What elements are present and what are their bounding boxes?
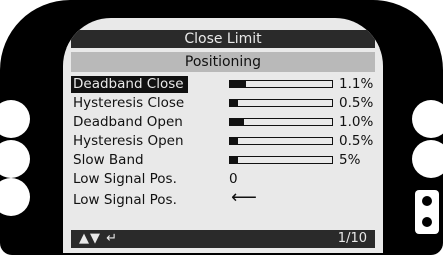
row-label: Deadband Close <box>71 76 188 93</box>
row-label: Hysteresis Open <box>73 133 184 149</box>
row-label: Deadband Open <box>73 114 183 130</box>
right-button-1[interactable] <box>412 100 443 138</box>
row-value: 5% <box>339 152 361 168</box>
row-label: Hysteresis Close <box>73 95 185 111</box>
row-label: Low Signal Pos. <box>73 192 177 208</box>
level-bar <box>229 80 333 88</box>
row-label: Low Signal Pos. <box>73 171 177 187</box>
row-low-signal-pos-value[interactable]: Low Signal Pos. 0 <box>71 171 375 188</box>
row-value: 1.1% <box>339 76 374 92</box>
level-bar <box>229 118 333 126</box>
level-bar <box>229 137 333 145</box>
level-bar <box>229 156 333 164</box>
right-button-2[interactable] <box>412 140 443 178</box>
level-fill <box>230 100 239 106</box>
row-slow-band[interactable]: Slow Band 5% <box>71 152 375 169</box>
row-value: 0 <box>229 171 238 187</box>
level-fill <box>230 81 246 87</box>
row-value: 0.5% <box>339 133 374 149</box>
footer-bar: ▲▼ ↵ 1/10 <box>71 230 375 248</box>
enter-arrow-icon[interactable]: ⟵ <box>231 189 257 207</box>
small-button-dot-upper <box>422 196 432 206</box>
row-value: 1.0% <box>339 114 374 130</box>
level-fill <box>230 138 239 144</box>
level-bar <box>229 99 333 107</box>
level-fill <box>230 157 239 163</box>
page-title: Close Limit <box>184 31 262 47</box>
row-low-signal-pos-enter[interactable]: Low Signal Pos. ⟵ <box>71 189 375 209</box>
row-label: Slow Band <box>73 152 144 168</box>
lcd-screen: Close Limit Positioning Deadband Close 1… <box>63 18 383 253</box>
page-indicator: 1/10 <box>337 231 367 246</box>
row-hysteresis-open[interactable]: Hysteresis Open 0.5% <box>71 133 375 150</box>
small-buttons-panel[interactable] <box>415 190 439 234</box>
header-title-row: Close Limit <box>63 30 383 48</box>
page-subtitle: Positioning <box>71 52 375 72</box>
level-fill <box>230 119 245 125</box>
small-button-dot-lower <box>422 217 432 227</box>
nav-icons[interactable]: ▲▼ ↵ <box>79 230 118 248</box>
row-value: 0.5% <box>339 95 374 111</box>
row-deadband-open[interactable]: Deadband Open 1.0% <box>71 114 375 131</box>
row-deadband-close[interactable]: Deadband Close 1.1% <box>71 76 375 93</box>
row-hysteresis-close[interactable]: Hysteresis Close 0.5% <box>71 95 375 112</box>
